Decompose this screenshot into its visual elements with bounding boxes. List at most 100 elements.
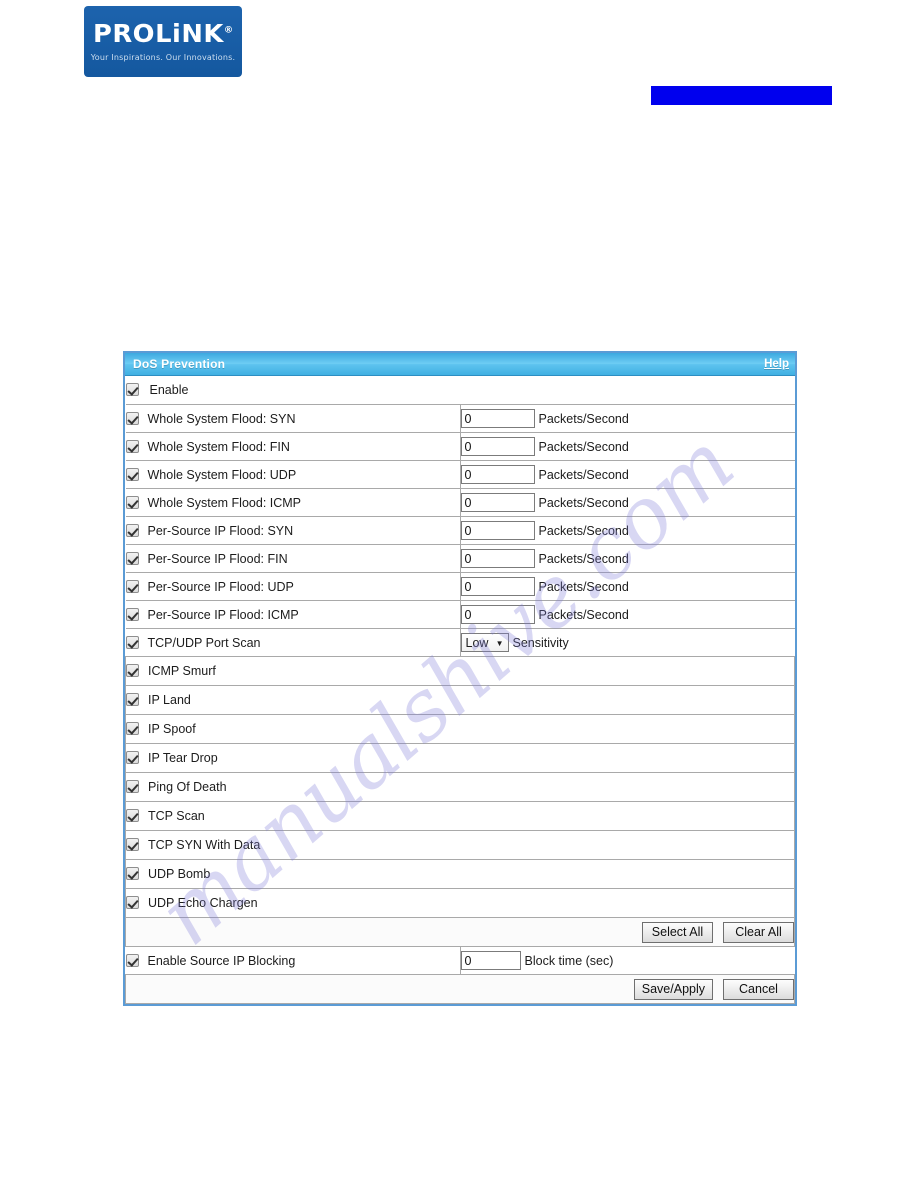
table-row: TCP SYN With Data xyxy=(125,830,795,860)
checkbox-tcp-udp-port-scan[interactable] xyxy=(125,635,139,649)
enable-label: Enable xyxy=(149,383,189,397)
table-row: Whole System Flood: FIN 0 Packets/Second xyxy=(125,432,795,461)
row-label: Per-Source IP Flood: FIN xyxy=(147,551,288,566)
checkbox-ping-of-death[interactable] xyxy=(126,780,139,793)
enable-cell: Enable xyxy=(125,376,795,405)
select-all-button[interactable]: Select All xyxy=(642,921,713,943)
table-row: Whole System Flood: SYN 0 Packets/Second xyxy=(125,404,795,433)
checkbox-whole-system-flood-udp[interactable] xyxy=(125,467,139,481)
chevron-down-icon: ▼ xyxy=(495,639,504,648)
dos-settings-table: Enable Whole System Flood: SYN 0 Packets/… xyxy=(125,376,795,1004)
dos-prevention-panel: DoS Prevention Help Enable Whole System … xyxy=(123,351,797,1006)
row-label-cell: Enable Source IP Blocking xyxy=(125,946,461,975)
row-label-cell: IP Tear Drop xyxy=(125,743,795,773)
table-row: Per-Source IP Flood: FIN 0 Packets/Second xyxy=(125,544,795,573)
input-per-source-ip-flood-icmp[interactable]: 0 xyxy=(460,605,535,624)
checkbox-enable-source-ip-blocking[interactable] xyxy=(125,953,139,967)
checkbox-ip-tear-drop[interactable] xyxy=(126,751,139,764)
row-label-cell: TCP Scan xyxy=(125,801,795,831)
panel-header: DoS Prevention Help xyxy=(125,353,795,376)
input-whole-system-flood-udp[interactable]: 0 xyxy=(460,465,535,484)
row-unit: Packets/Second xyxy=(538,523,629,538)
table-row-bulk-actions: Select All Clear All xyxy=(125,917,795,947)
input-per-source-ip-flood-syn[interactable]: 0 xyxy=(460,521,535,540)
table-row-form-actions: Save/Apply Cancel xyxy=(125,974,795,1004)
row-label: IP Spoof xyxy=(148,722,196,736)
row-label: Whole System Flood: ICMP xyxy=(147,495,302,510)
table-row: Per-Source IP Flood: ICMP 0 Packets/Secon… xyxy=(125,600,795,629)
checkbox-per-source-ip-flood-syn[interactable] xyxy=(125,523,139,537)
row-label-cell: Per-Source IP Flood: ICMP xyxy=(125,600,461,629)
brand-wordmark: PROLiNK® xyxy=(93,21,234,46)
table-row-source-ip-blocking: Enable Source IP Blocking 0 Block time (s… xyxy=(125,946,795,975)
row-unit: Packets/Second xyxy=(538,411,629,426)
brand-wordmark-text: PROLiNK xyxy=(92,19,224,48)
row-value-cell: 0 Packets/Second xyxy=(459,516,795,545)
table-row: Ping Of Death xyxy=(125,772,795,802)
row-label: TCP/UDP Port Scan xyxy=(147,635,261,650)
row-label: Whole System Flood: SYN xyxy=(147,411,296,426)
table-row: ICMP Smurf xyxy=(125,656,795,686)
clear-all-button[interactable]: Clear All xyxy=(723,921,794,943)
row-value-cell: 0 Packets/Second xyxy=(459,600,795,629)
row-label: IP Land xyxy=(148,693,191,707)
row-unit: Packets/Second xyxy=(538,551,629,566)
row-label-cell: Ping Of Death xyxy=(125,772,795,802)
brand-logo: PROLiNK® Your Inspirations. Our Innovati… xyxy=(84,6,242,77)
input-per-source-ip-flood-udp[interactable]: 0 xyxy=(460,577,535,596)
checkbox-per-source-ip-flood-fin[interactable] xyxy=(125,551,139,565)
input-whole-system-flood-icmp[interactable]: 0 xyxy=(460,493,535,512)
row-value-cell: 0 Block time (sec) xyxy=(459,946,795,975)
dos-settings-body: Enable Whole System Flood: SYN 0 Packets/… xyxy=(125,376,795,1004)
input-whole-system-flood-syn[interactable]: 0 xyxy=(460,409,535,428)
row-unit: Sensitivity xyxy=(512,635,569,650)
row-label-cell: IP Land xyxy=(125,685,795,715)
input-block-time[interactable]: 0 xyxy=(460,951,521,970)
row-label: IP Tear Drop xyxy=(148,751,218,765)
row-label-cell: Whole System Flood: FIN xyxy=(125,432,461,461)
page-banner-bar xyxy=(651,86,832,105)
table-row: UDP Echo Chargen xyxy=(125,888,795,918)
table-row: TCP/UDP Port Scan Low ▼ Sensitivity xyxy=(125,628,795,657)
checkbox-per-source-ip-flood-udp[interactable] xyxy=(125,579,139,593)
checkbox-udp-echo-chargen[interactable] xyxy=(126,896,139,909)
row-unit: Packets/Second xyxy=(538,467,629,482)
select-port-scan-sensitivity[interactable]: Low ▼ xyxy=(460,633,509,652)
table-row: Per-Source IP Flood: SYN 0 Packets/Second xyxy=(125,516,795,545)
row-unit: Block time (sec) xyxy=(524,953,614,968)
row-label: Whole System Flood: UDP xyxy=(147,467,297,482)
save-apply-button[interactable]: Save/Apply xyxy=(633,978,713,1000)
checkbox-ip-land[interactable] xyxy=(126,693,139,706)
row-label-cell: TCP SYN With Data xyxy=(125,830,795,860)
checkbox-whole-system-flood-fin[interactable] xyxy=(125,439,139,453)
checkbox-enable[interactable] xyxy=(125,383,139,396)
row-label-cell: Whole System Flood: SYN xyxy=(125,404,461,433)
checkbox-tcp-scan[interactable] xyxy=(126,809,139,822)
table-row: UDP Bomb xyxy=(125,859,795,889)
checkbox-whole-system-flood-icmp[interactable] xyxy=(125,495,139,509)
checkbox-tcp-syn-with-data[interactable] xyxy=(126,838,139,851)
row-value-cell: 0 Packets/Second xyxy=(459,488,795,517)
checkbox-ip-spoof[interactable] xyxy=(126,722,139,735)
row-label-cell: IP Spoof xyxy=(125,714,795,744)
row-value-cell: 0 Packets/Second xyxy=(459,572,795,601)
checkbox-per-source-ip-flood-icmp[interactable] xyxy=(125,607,139,621)
row-value-cell: Low ▼ Sensitivity xyxy=(459,628,795,657)
help-link[interactable]: Help xyxy=(764,358,789,370)
checkbox-icmp-smurf[interactable] xyxy=(126,664,139,677)
row-label: Per-Source IP Flood: SYN xyxy=(147,523,294,538)
table-row: Whole System Flood: ICMP 0 Packets/Second xyxy=(125,488,795,517)
table-row-enable: Enable xyxy=(125,376,795,405)
row-label: Per-Source IP Flood: ICMP xyxy=(147,607,299,622)
table-row: TCP Scan xyxy=(125,801,795,831)
checkbox-whole-system-flood-syn[interactable] xyxy=(125,411,139,425)
row-label: UDP Bomb xyxy=(148,867,211,881)
table-row: IP Tear Drop xyxy=(125,743,795,773)
bulk-actions-cell: Select All Clear All xyxy=(125,917,795,947)
cancel-button[interactable]: Cancel xyxy=(723,978,794,1000)
row-label: Enable Source IP Blocking xyxy=(147,953,296,968)
input-per-source-ip-flood-fin[interactable]: 0 xyxy=(460,549,535,568)
checkbox-udp-bomb[interactable] xyxy=(126,867,139,880)
row-label-cell: TCP/UDP Port Scan xyxy=(125,628,461,657)
input-whole-system-flood-fin[interactable]: 0 xyxy=(460,437,535,456)
